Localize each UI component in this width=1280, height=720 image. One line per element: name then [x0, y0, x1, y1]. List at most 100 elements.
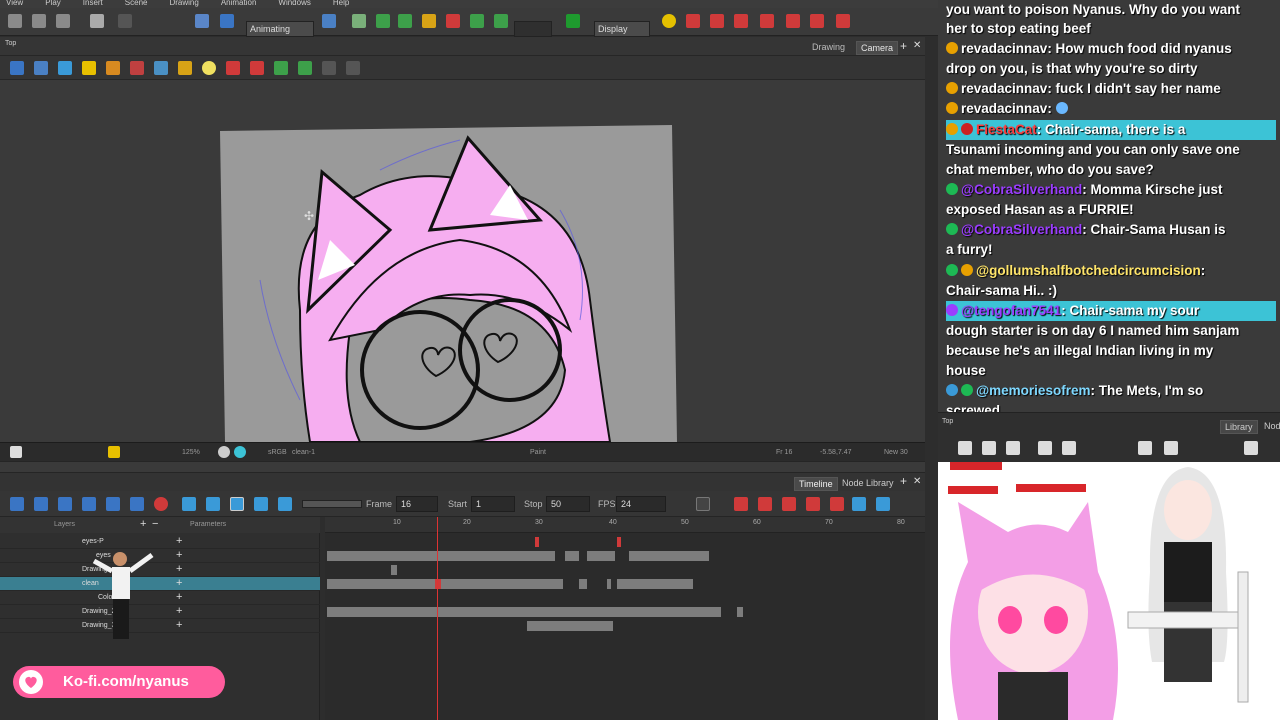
lib-tool-4-icon[interactable] — [1038, 441, 1052, 455]
flip-icon[interactable] — [566, 14, 580, 28]
brush-icon[interactable] — [154, 61, 168, 75]
tl-tool-4-icon[interactable] — [82, 497, 96, 511]
menu-play[interactable]: Play — [45, 0, 61, 8]
close-panel-icon[interactable]: ✕ — [913, 476, 921, 487]
transform-icon[interactable] — [322, 14, 336, 28]
light-icon[interactable] — [202, 61, 216, 75]
add-panel-icon[interactable]: + — [900, 474, 907, 488]
tab-camera[interactable]: Camera — [856, 41, 899, 55]
key-4-icon[interactable] — [806, 497, 820, 511]
hierarchy-icon[interactable] — [398, 14, 412, 28]
drawing-viewport[interactable]: ✣ — [0, 80, 925, 442]
lib-tool-5-icon[interactable] — [1062, 441, 1076, 455]
panel-splitter[interactable] — [0, 461, 925, 473]
tab-drawing[interactable]: Drawing — [808, 41, 849, 53]
view-tool-5-icon[interactable] — [106, 61, 120, 75]
keyframe[interactable] — [617, 537, 621, 547]
key-icon[interactable] — [734, 497, 748, 511]
lib-tool-6-icon[interactable] — [1138, 441, 1152, 455]
menu-insert[interactable]: Insert — [83, 0, 103, 8]
move-icon[interactable] — [376, 14, 390, 28]
tl-tool-20-icon[interactable] — [876, 497, 890, 511]
red-tool-7-icon[interactable] — [836, 14, 850, 28]
layer-add-icon[interactable]: + — [176, 605, 182, 617]
peg-icon[interactable] — [494, 14, 508, 28]
red-tool-1-icon[interactable] — [686, 14, 700, 28]
remove-layer-icon[interactable]: − — [152, 518, 158, 530]
exposure-bar[interactable] — [565, 551, 579, 561]
add-view-icon[interactable]: + — [900, 39, 907, 53]
track[interactable] — [325, 591, 925, 605]
new-icon[interactable] — [8, 14, 22, 28]
status-icon-1[interactable] — [10, 446, 22, 458]
red-tool-4-icon[interactable] — [760, 14, 774, 28]
exposure-bar[interactable] — [327, 579, 563, 589]
track[interactable] — [325, 577, 925, 591]
tl-tool-3-icon[interactable] — [58, 497, 72, 511]
save-icon[interactable] — [32, 14, 46, 28]
onion-skin-4-icon[interactable] — [298, 61, 312, 75]
tab-node[interactable]: Node — [1260, 420, 1280, 432]
view-tool-13-icon[interactable] — [322, 61, 336, 75]
menu-drawing[interactable]: Drawing — [169, 0, 198, 8]
red-tool-2-icon[interactable] — [710, 14, 724, 28]
track[interactable] — [325, 563, 925, 577]
tl-tool-13-icon[interactable] — [696, 497, 710, 511]
layer-add-icon[interactable]: + — [176, 591, 182, 603]
frame-field[interactable]: 16 — [396, 496, 438, 512]
play-selection-icon[interactable] — [206, 497, 220, 511]
tl-tool-19-icon[interactable] — [852, 497, 866, 511]
menu-help[interactable]: Help — [333, 0, 349, 8]
layer-add-icon[interactable]: + — [176, 619, 182, 631]
tab-node-library[interactable]: Node Library — [838, 477, 898, 489]
display-select[interactable]: Display — [594, 21, 650, 37]
menu-scene[interactable]: Scene — [125, 0, 148, 8]
sound-scrub-icon[interactable] — [278, 497, 292, 511]
lib-tool-2-icon[interactable] — [982, 441, 996, 455]
layer-add-icon[interactable]: + — [176, 577, 182, 589]
lib-tool-7-icon[interactable] — [1164, 441, 1178, 455]
track[interactable] — [325, 549, 925, 563]
pencil-icon[interactable] — [130, 61, 144, 75]
red-tool-6-icon[interactable] — [810, 14, 824, 28]
lib-tool-3-icon[interactable] — [1006, 441, 1020, 455]
key-5-icon[interactable] — [830, 497, 844, 511]
paste-icon[interactable] — [220, 14, 234, 28]
lock-icon[interactable] — [82, 61, 96, 75]
bulb-icon[interactable] — [662, 14, 676, 28]
menu-animation[interactable]: Animation — [221, 0, 257, 8]
key-2-icon[interactable] — [758, 497, 772, 511]
play-icon[interactable] — [182, 497, 196, 511]
status-icon-3[interactable] — [218, 446, 230, 458]
mode-select[interactable]: Animating — [246, 21, 314, 37]
exposure-bar[interactable] — [327, 551, 555, 561]
frame-icon[interactable] — [422, 14, 436, 28]
status-icon-2[interactable] — [108, 446, 120, 458]
layer-add-icon[interactable]: + — [176, 549, 182, 561]
view-tool-2-icon[interactable] — [34, 61, 48, 75]
exposure-bar[interactable] — [629, 551, 709, 561]
menu-windows[interactable]: Windows — [278, 0, 310, 8]
lib-tool-8-icon[interactable] — [1244, 441, 1258, 455]
view-tool-14-icon[interactable] — [346, 61, 360, 75]
exposure-bar[interactable] — [617, 579, 693, 589]
exposure-bar[interactable] — [607, 579, 611, 589]
close-view-icon[interactable]: ✕ — [913, 40, 921, 51]
menu-view[interactable]: View — [6, 0, 23, 8]
tab-library[interactable]: Library — [1220, 420, 1258, 434]
copy-icon[interactable] — [195, 14, 209, 28]
exposure-bar[interactable] — [391, 565, 397, 575]
red-tool-5-icon[interactable] — [786, 14, 800, 28]
tab-timeline[interactable]: Timeline — [794, 477, 838, 491]
exposure-bar[interactable] — [327, 607, 721, 617]
track[interactable] — [325, 605, 925, 619]
exposure-bar[interactable] — [737, 607, 743, 617]
layer-add-icon[interactable]: + — [176, 535, 182, 547]
status-icon-4[interactable] — [234, 446, 246, 458]
view-tool-3-icon[interactable] — [58, 61, 72, 75]
track[interactable] — [325, 535, 925, 549]
save-all-icon[interactable] — [56, 14, 70, 28]
layer-add-icon[interactable]: + — [176, 563, 182, 575]
frame-ruler[interactable]: 10 20 30 40 50 60 70 80 — [325, 517, 925, 533]
current-keyframe[interactable] — [435, 579, 441, 589]
